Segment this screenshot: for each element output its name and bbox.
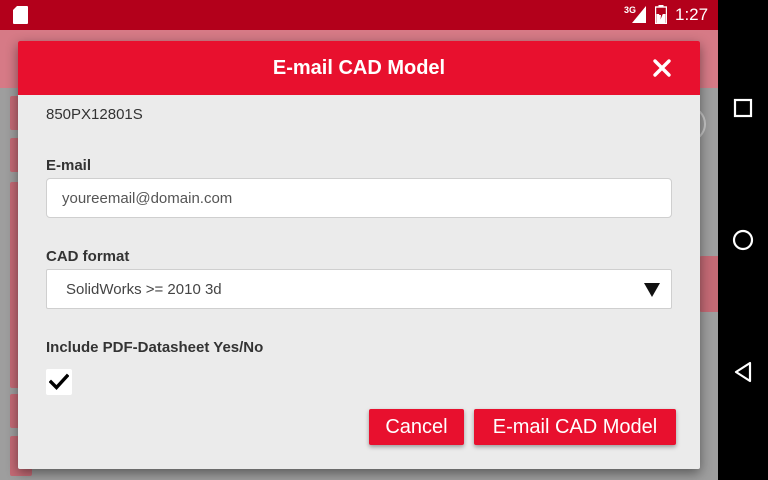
cad-format-value: SolidWorks >= 2010 3d xyxy=(66,281,222,298)
cancel-button[interactable]: Cancel xyxy=(369,409,464,445)
email-cad-dialog: E-mail CAD Model 850PX12801S E-mail CAD … xyxy=(18,41,700,469)
dialog-header: E-mail CAD Model xyxy=(18,41,700,95)
email-label: E-mail xyxy=(46,157,92,174)
email-field[interactable] xyxy=(46,178,672,218)
pdf-datasheet-label: Include PDF-Datasheet Yes/No xyxy=(46,339,264,356)
pdf-datasheet-checkbox[interactable] xyxy=(46,369,72,395)
email-cad-model-button[interactable]: E-mail CAD Model xyxy=(474,409,676,445)
close-icon[interactable] xyxy=(650,56,674,80)
background-side-chip xyxy=(698,256,718,312)
navigation-bar xyxy=(718,0,768,480)
battery-icon xyxy=(655,5,667,24)
cad-format-label: CAD format xyxy=(46,248,130,265)
status-bar: 3G 1:27 xyxy=(0,0,718,30)
checkmark-icon xyxy=(49,373,69,390)
back-icon[interactable] xyxy=(730,359,756,385)
sd-card-icon xyxy=(13,6,28,24)
clock: 1:27 xyxy=(675,5,709,24)
dialog-title: E-mail CAD Model xyxy=(272,57,446,79)
signal-icon xyxy=(632,6,646,23)
dropdown-caret-icon xyxy=(644,283,660,297)
cad-format-select[interactable]: SolidWorks >= 2010 3d xyxy=(46,269,672,309)
part-number: 850PX12801S xyxy=(46,106,143,123)
recents-icon[interactable] xyxy=(730,95,756,121)
home-icon[interactable] xyxy=(730,227,756,253)
